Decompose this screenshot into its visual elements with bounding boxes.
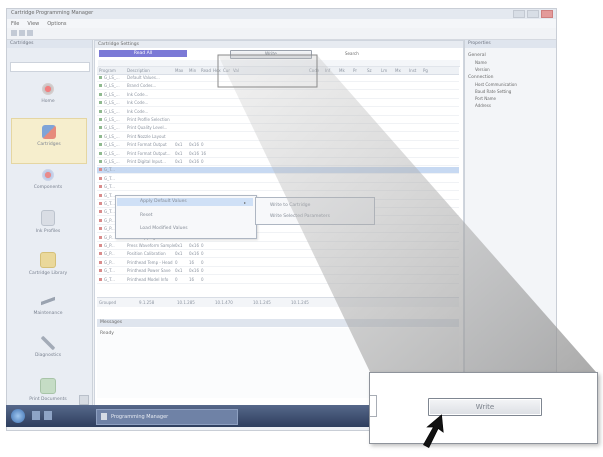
taskbar: Programming Manager [6,405,376,427]
taskbar-app-button[interactable]: Programming Manager [96,409,238,425]
explorer-icon[interactable] [32,411,40,420]
projection-funnel [218,55,596,372]
zoom-adjacent-field [370,395,377,417]
app-icon [101,413,107,420]
taskbar-app-label: Programming Manager [111,414,169,420]
zoom-callout: Write [369,372,598,444]
start-icon[interactable] [11,409,25,423]
browser-icon[interactable] [44,411,52,420]
mouse-cursor-icon [423,414,444,448]
